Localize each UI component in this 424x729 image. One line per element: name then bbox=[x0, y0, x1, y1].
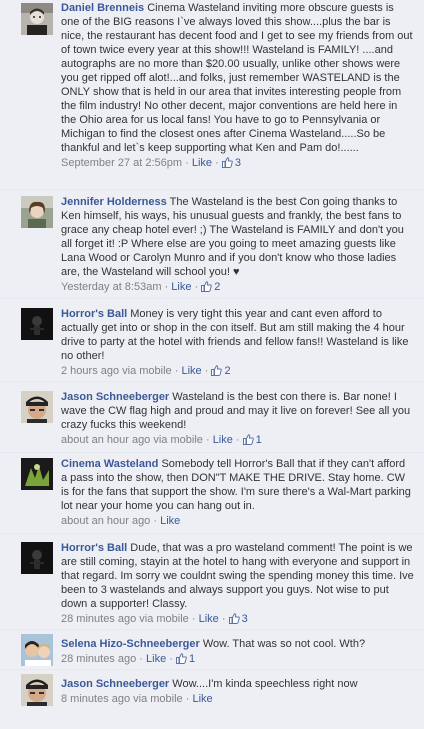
comment: Jason Schneeberger Wasteland is the best… bbox=[0, 382, 424, 453]
comment-feed: Daniel Brenneis Cinema Wasteland invitin… bbox=[0, 0, 424, 729]
comment-meta: about an hour ago via mobile · Like · 1 bbox=[61, 433, 418, 449]
like-count[interactable]: 2 bbox=[211, 365, 231, 380]
thumbs-up-icon bbox=[228, 613, 240, 628]
like-count-value: 2 bbox=[214, 281, 221, 293]
like-count-value: 3 bbox=[241, 613, 248, 625]
like-count[interactable]: 2 bbox=[201, 281, 220, 293]
like-button[interactable]: Like bbox=[181, 365, 201, 377]
comment: Jason Schneeberger Wow....I'm kinda spee… bbox=[0, 670, 424, 729]
avatar[interactable] bbox=[21, 542, 53, 574]
meta-separator: · bbox=[174, 365, 179, 377]
comment-author-link[interactable]: Horror's Ball bbox=[61, 542, 127, 554]
comment-meta: about an hour ago · Like bbox=[61, 514, 418, 528]
like-count[interactable]: 1 bbox=[176, 653, 195, 665]
meta-separator: · bbox=[185, 157, 189, 169]
like-count-value: 1 bbox=[189, 653, 196, 665]
avatar[interactable] bbox=[21, 674, 53, 706]
comment-body: Horror's Ball Money is very tight this y… bbox=[61, 307, 418, 363]
meta-separator: · bbox=[194, 281, 199, 293]
comment-author-link[interactable]: Horror's Ball bbox=[61, 308, 127, 320]
comment-body: Selena Hizo-Schneeberger Wow. That was s… bbox=[61, 637, 418, 651]
comment-body: Jason Schneeberger Wasteland is the best… bbox=[61, 390, 418, 432]
comment-timestamp[interactable]: September 27 at 2:56pm bbox=[61, 157, 182, 169]
comment-body: Jennifer Holderness The Wasteland is the… bbox=[61, 195, 418, 279]
comment: Selena Hizo-Schneeberger Wow. That was s… bbox=[0, 630, 424, 670]
comment-text: The Wasteland is the best Con going than… bbox=[61, 196, 404, 278]
meta-separator: · bbox=[235, 434, 240, 446]
meta-separator: · bbox=[221, 613, 226, 625]
meta-separator: · bbox=[215, 157, 219, 169]
like-button[interactable]: Like bbox=[199, 613, 219, 625]
like-button[interactable]: Like bbox=[160, 515, 180, 527]
comment-meta: Yesterday at 8:53am · Like · 2 bbox=[61, 280, 418, 296]
comment: Horror's Ball Dude, that was a pro waste… bbox=[0, 534, 424, 630]
comment-author-link[interactable]: Cinema Wasteland bbox=[61, 458, 158, 470]
meta-separator: · bbox=[205, 434, 210, 446]
thumbs-up-icon bbox=[176, 653, 187, 668]
comment: Jennifer Holderness The Wasteland is the… bbox=[0, 190, 424, 299]
like-count-value: 1 bbox=[255, 434, 262, 446]
comment-meta: 8 minutes ago via mobile · Like bbox=[61, 692, 418, 706]
comment-timestamp[interactable]: Yesterday at 8:53am bbox=[61, 281, 162, 293]
thumbs-up-icon bbox=[242, 434, 254, 449]
meta-separator: · bbox=[164, 281, 169, 293]
avatar[interactable] bbox=[21, 3, 53, 35]
thumbs-up-icon bbox=[221, 157, 233, 172]
comment-text: Wow. That was so not cool. Wth? bbox=[202, 638, 366, 650]
comment-timestamp[interactable]: 8 minutes ago via mobile bbox=[61, 693, 183, 705]
thumbs-up-icon bbox=[211, 365, 223, 380]
avatar[interactable] bbox=[21, 391, 53, 423]
like-button[interactable]: Like bbox=[192, 693, 212, 705]
comment-meta: 28 minutes ago via mobile · Like · 3 bbox=[61, 612, 418, 628]
comment-body: Cinema Wasteland Somebody tell Horror's … bbox=[61, 457, 418, 513]
comment-meta: 28 minutes ago · Like · 1 bbox=[61, 652, 418, 668]
like-button[interactable]: Like bbox=[146, 653, 166, 665]
like-count[interactable]: 1 bbox=[242, 434, 262, 449]
meta-separator: · bbox=[139, 653, 143, 665]
like-button[interactable]: Like bbox=[192, 157, 212, 169]
like-count-value: 3 bbox=[234, 157, 241, 169]
comment-author-link[interactable]: Jennifer Holderness bbox=[61, 196, 167, 208]
comment-author-link[interactable]: Jason Schneeberger bbox=[61, 391, 169, 403]
comment-meta: 2 hours ago via mobile · Like · 2 bbox=[61, 364, 418, 380]
comment-author-link[interactable]: Selena Hizo-Schneeberger bbox=[61, 638, 200, 650]
like-count[interactable]: 3 bbox=[221, 157, 241, 172]
avatar[interactable] bbox=[21, 196, 53, 228]
comment-body: Daniel Brenneis Cinema Wasteland invitin… bbox=[61, 1, 418, 155]
comment: Cinema Wasteland Somebody tell Horror's … bbox=[0, 453, 424, 534]
comment-body: Horror's Ball Dude, that was a pro waste… bbox=[61, 541, 418, 611]
meta-separator: · bbox=[153, 515, 158, 527]
avatar[interactable] bbox=[21, 308, 53, 340]
avatar[interactable] bbox=[21, 634, 53, 666]
comment-timestamp[interactable]: about an hour ago bbox=[61, 515, 150, 527]
meta-separator: · bbox=[169, 653, 173, 665]
comment-body: Jason Schneeberger Wow....I'm kinda spee… bbox=[61, 677, 418, 691]
comment-timestamp[interactable]: 28 minutes ago via mobile bbox=[61, 613, 189, 625]
like-count[interactable]: 3 bbox=[228, 613, 248, 628]
thumbs-up-icon bbox=[201, 281, 213, 296]
comment: Horror's Ball Money is very tight this y… bbox=[0, 299, 424, 382]
avatar[interactable] bbox=[21, 458, 53, 490]
like-count-value: 2 bbox=[224, 365, 231, 377]
comment-text: Cinema Wasteland inviting more obscure g… bbox=[61, 2, 413, 154]
comment-timestamp[interactable]: 2 hours ago via mobile bbox=[61, 365, 172, 377]
like-button[interactable]: Like bbox=[213, 434, 233, 446]
comment-timestamp[interactable]: about an hour ago via mobile bbox=[61, 434, 203, 446]
meta-separator: · bbox=[204, 365, 209, 377]
meta-separator: · bbox=[191, 613, 196, 625]
comment-timestamp[interactable]: 28 minutes ago bbox=[61, 653, 136, 665]
meta-separator: · bbox=[185, 693, 190, 705]
comment-text: Wow....I'm kinda speechless right now bbox=[172, 678, 358, 690]
comment: Daniel Brenneis Cinema Wasteland invitin… bbox=[0, 0, 424, 190]
comment-author-link[interactable]: Jason Schneeberger bbox=[61, 678, 169, 690]
comment-author-link[interactable]: Daniel Brenneis bbox=[61, 2, 144, 14]
like-button[interactable]: Like bbox=[171, 281, 191, 293]
comment-meta: September 27 at 2:56pm · Like · 3 bbox=[61, 156, 418, 172]
